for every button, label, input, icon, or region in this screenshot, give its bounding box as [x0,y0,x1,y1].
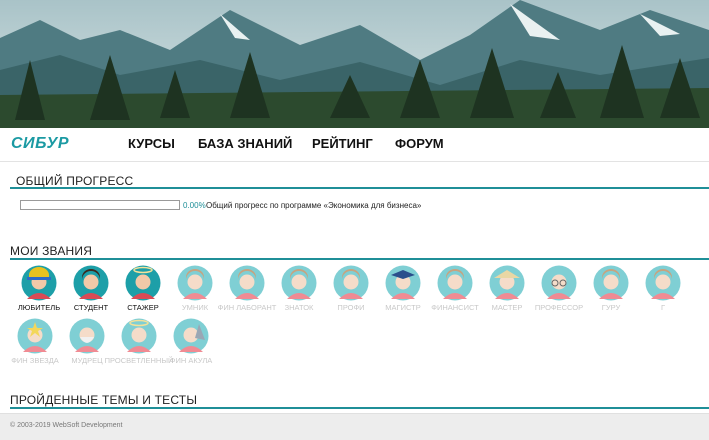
rank-label: ЛЮБИТЕЛЬ [17,303,61,312]
overall-progress-bar [20,200,180,210]
completed-section-title: ПРОЙДЕННЫЕ ТЕМЫ И ТЕСТЫ [10,393,198,407]
nav-rating[interactable]: РЕЙТИНГ [312,136,373,151]
nav-courses[interactable]: КУРСЫ [128,136,175,151]
rank-badge[interactable]: ФИН ЛАБОРАНТ [218,265,276,312]
rank-badge[interactable]: ФИН АКУЛА [165,318,217,365]
enlightened-avatar-icon [121,318,157,354]
nav-knowledge-base[interactable]: БАЗА ЗНАНИЙ [198,136,292,151]
rank-label: ЗНАТОК [284,303,314,312]
rank-badge[interactable]: ФИНАНСИСТ [429,265,481,312]
star-avatar-icon [17,318,53,354]
sibur-logo[interactable]: СИБУР [11,135,69,153]
footer-copyright: © 2003-2019 WebSoft Development [10,422,123,429]
rank-badge[interactable]: ЛЮБИТЕЛЬ [13,265,65,312]
guru-avatar-icon [593,265,629,301]
rank-badge[interactable]: СТАЖЕР [117,265,169,312]
rank-label: СТАЖЕР [127,303,159,312]
rank-badge[interactable]: СТУДЕНТ [65,265,117,312]
sage-avatar-icon [69,318,105,354]
rank-badge[interactable]: МАСТЕР [481,265,533,312]
rank-label: УМНИК [181,303,209,312]
master-avatar-icon [489,265,525,301]
next-rank-avatar-icon [645,265,681,301]
rank-badge[interactable]: ЗНАТОК [273,265,325,312]
shark-avatar-icon [173,318,209,354]
rank-label: СТУДЕНТ [73,303,109,312]
nav-forum[interactable]: ФОРУМ [395,136,444,151]
progress-section-title: ОБЩИЙ ПРОГРЕСС [16,174,134,188]
beginner-avatar-icon [21,265,57,301]
pro-avatar-icon [333,265,369,301]
rank-label: МАСТЕР [491,303,523,312]
footer: © 2003-2019 WebSoft Development [0,413,709,440]
rank-badge[interactable]: МАГИСТР [377,265,429,312]
rank-label: ПРОФИ [337,303,365,312]
top-navigation: СИБУР КУРСЫ БАЗА ЗНАНИЙ РЕЙТИНГ ФОРУМ [0,128,709,162]
progress-percent: 0.00% [183,201,206,210]
rank-badge[interactable]: Г [637,265,689,312]
rank-label: МУДРЕЦ [71,356,103,365]
rank-label: ФИН ЛАБОРАНТ [217,303,277,312]
smart-avatar-icon [177,265,213,301]
lab-assistant-avatar-icon [229,265,265,301]
professor-avatar-icon [541,265,577,301]
master-degree-avatar-icon [385,265,421,301]
rank-badge[interactable]: ПРОФЕССОР [533,265,585,312]
expert-avatar-icon [281,265,317,301]
intern-avatar-icon [125,265,161,301]
student-avatar-icon [73,265,109,301]
rank-badge[interactable]: УМНИК [169,265,221,312]
rank-label: ПРОФЕССОР [534,303,584,312]
rank-label: ФИН ЗВЕЗДА [11,356,59,365]
progress-description: Общий прогресс по программе «Экономика д… [206,201,422,210]
rank-label: ГУРУ [601,303,621,312]
rank-label: Г [660,303,666,312]
section-divider [10,258,709,260]
rank-label: ФИН АКУЛА [169,356,213,365]
header-banner-image [0,0,709,128]
rank-badge[interactable]: ПРОСВЕТЛЕННЫЙ [105,318,173,365]
section-divider [10,187,709,189]
rank-badge[interactable]: ГУРУ [585,265,637,312]
rank-badge[interactable]: ПРОФИ [325,265,377,312]
rank-label: ФИНАНСИСТ [431,303,479,312]
financier-avatar-icon [437,265,473,301]
section-divider [10,407,709,409]
rank-label: МАГИСТР [385,303,421,312]
rank-badge[interactable]: ФИН ЗВЕЗДА [9,318,61,365]
rank-label: ПРОСВЕТЛЕННЫЙ [104,356,174,365]
ranks-section-title: МОИ ЗВАНИЯ [10,244,93,258]
